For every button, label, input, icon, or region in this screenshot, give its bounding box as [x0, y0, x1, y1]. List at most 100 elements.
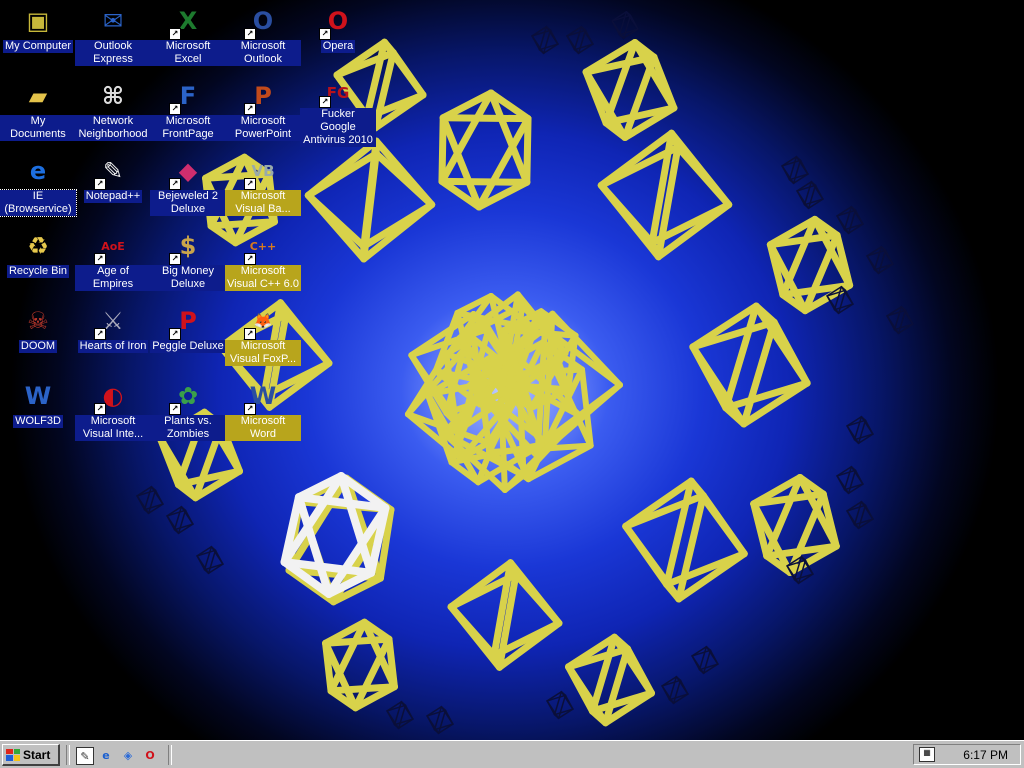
distant-octahedron	[836, 205, 864, 235]
opera-icon[interactable]: O	[142, 747, 158, 763]
desktop-icon-label: Recycle Bin	[6, 265, 70, 278]
shortcut-arrow-icon: ↗	[169, 403, 181, 415]
distant-octahedron	[846, 415, 874, 445]
desktop-icon-label: Microsoft Excel	[150, 40, 226, 66]
visual-interdev-icon: ◐ ↗	[94, 379, 130, 415]
shortcut-arrow-icon: ↗	[169, 103, 181, 115]
desktop-icon[interactable]: ⚔ ↗ Hearts of Iron	[75, 302, 151, 372]
desktop-icon-label: Opera	[320, 40, 356, 53]
shortcut-arrow-icon: ↗	[94, 403, 106, 415]
desktop-icon[interactable]: ✿ ↗ Plants vs. Zombies	[150, 377, 226, 447]
desktop-icon-label: Microsoft PowerPoint	[225, 115, 301, 141]
desktop-icon[interactable]: O ↗ Opera	[300, 2, 376, 72]
desktop-icon[interactable]: ◆ ↗ Bejeweled 2 Deluxe	[150, 152, 226, 222]
shortcut-arrow-icon: ↗	[169, 253, 181, 265]
distant-octahedron	[796, 180, 824, 210]
internet-explorer-icon: e	[29, 157, 47, 185]
desktop-icon-label: Outlook Express	[75, 40, 151, 66]
desktop-icon[interactable]: ◐ ↗ Microsoft Visual Inte...	[75, 377, 151, 447]
network-icon: ⌘	[101, 82, 125, 110]
scheduler-icon[interactable]: ▦	[919, 747, 935, 762]
desktop-icon[interactable]: e IE (Browservice)	[0, 152, 77, 222]
recycle-bin-icon: ♻	[27, 232, 49, 260]
desktop-icon-label: Network Neighborhood	[75, 115, 151, 141]
desktop-icon-label: My Computer	[2, 40, 74, 53]
desktop-icon[interactable]: P ↗ Peggle Deluxe	[150, 302, 226, 372]
yellow-octahedron	[322, 618, 398, 712]
money-bag-icon: $ ↗	[169, 229, 205, 265]
desktop-icon[interactable]: ✎ ↗ Notepad++	[75, 152, 151, 222]
desktop-icon-label: IE (Browservice)	[0, 189, 77, 217]
desktop-icon[interactable]: AoE ↗ Age of Empires	[75, 227, 151, 297]
yellow-octahedron	[689, 302, 811, 428]
desktop-icon-label: Bejeweled 2 Deluxe	[150, 190, 226, 216]
folder-icon: ▰	[28, 82, 48, 110]
desktop[interactable]: ▣ My Computer ✉ Outlook Express X ↗ Microsoft …	[0, 0, 1024, 740]
desktop-icon-label: Peggle Deluxe	[150, 340, 226, 353]
system-tray: ▦ 6:17 PM	[913, 744, 1021, 765]
distant-octahedron	[846, 500, 874, 530]
distant-octahedron	[661, 675, 689, 705]
desktop-icon[interactable]: W ↗ Microsoft Word	[225, 377, 301, 447]
shortcut-arrow-icon: ↗	[94, 178, 106, 190]
desktop-icon[interactable]: ☠ DOOM	[0, 302, 76, 372]
desktop-icon[interactable]: W WOLF3D	[0, 377, 76, 447]
desktop-icon[interactable]: ⌘ Network Neighborhood	[75, 77, 151, 147]
hearts-of-iron-icon: ⚔ ↗	[94, 304, 130, 340]
desktop-icon-label: Plants vs. Zombies	[150, 415, 226, 441]
desktop-icon[interactable]: FG ↗ Fucker Google Antivirus 2010	[300, 77, 376, 147]
desktop-icon[interactable]: F ↗ Microsoft FrontPage	[150, 77, 226, 147]
channels-icon[interactable]: ◈	[120, 747, 136, 763]
desktop-icon-label: Microsoft Visual Ba...	[225, 190, 301, 216]
show-desktop-icon[interactable]: ✎	[76, 747, 94, 765]
shortcut-arrow-icon: ↗	[244, 328, 256, 340]
desktop-icon[interactable]: ▣ My Computer	[0, 2, 76, 72]
desktop-icon-label: WOLF3D	[13, 415, 63, 428]
outlook-express-icon: ✉	[102, 7, 124, 35]
desktop-icon[interactable]: ✉ Outlook Express	[75, 2, 151, 72]
yellow-octahedron	[438, 89, 532, 211]
peggle-icon: P ↗	[169, 304, 205, 340]
shortcut-arrow-icon: ↗	[244, 178, 256, 190]
yellow-octahedron	[447, 559, 563, 671]
plants-vs-zombies-icon: ✿ ↗	[169, 379, 205, 415]
visual-basic-icon: VB ↗	[244, 154, 280, 190]
start-button[interactable]: Start	[2, 744, 60, 766]
distant-octahedron	[136, 485, 164, 515]
distant-octahedron	[426, 705, 454, 735]
clock[interactable]: 6:17 PM	[963, 748, 1008, 762]
excel-icon: X ↗	[169, 4, 205, 40]
wolf3d-icon: W	[24, 382, 52, 410]
distant-octahedron	[531, 25, 559, 55]
distant-octahedron	[781, 155, 809, 185]
frontpage-icon: F ↗	[169, 79, 205, 115]
internet-explorer-icon[interactable]: e	[98, 747, 114, 763]
distant-octahedron	[886, 305, 914, 335]
yellow-octahedron	[582, 39, 678, 141]
word-icon: W ↗	[244, 379, 280, 415]
desktop-icon[interactable]: X ↗ Microsoft Excel	[150, 2, 226, 72]
desktop-icon[interactable]: O ↗ Microsoft Outlook	[225, 2, 301, 72]
desktop-icon[interactable]: 🦊 ↗ Microsoft Visual FoxP...	[225, 302, 301, 372]
desktop-icon[interactable]: VB ↗ Microsoft Visual Ba...	[225, 152, 301, 222]
desktop-icon[interactable]: $ ↗ Big Money Deluxe	[150, 227, 226, 297]
shortcut-arrow-icon: ↗	[244, 103, 256, 115]
desktop-icon[interactable]: ♻ Recycle Bin	[0, 227, 76, 297]
desktop-icon[interactable]: C++ ↗ Microsoft Visual C++ 6.0	[225, 227, 301, 297]
desktop-icon-label: Microsoft Visual Inte...	[75, 415, 151, 441]
my-computer-icon: ▣	[26, 7, 50, 35]
desktop-icon[interactable]: P ↗ Microsoft PowerPoint	[225, 77, 301, 147]
distant-octahedron	[691, 645, 719, 675]
yellow-octahedron	[750, 474, 840, 576]
taskbar-divider	[66, 745, 70, 765]
outlook-icon: O ↗	[244, 4, 280, 40]
taskbar: Start ✎ e ◈ O ▦ 6:17 PM	[0, 740, 1024, 768]
desktop-icon-label: Microsoft Visual FoxP...	[225, 340, 301, 366]
start-label: Start	[23, 747, 51, 762]
age-of-empires-icon: AoE ↗	[94, 229, 130, 265]
notepad-icon: ✎ ↗	[94, 154, 130, 190]
distant-octahedron	[196, 545, 224, 575]
shortcut-arrow-icon: ↗	[319, 28, 331, 40]
yellow-octahedron	[565, 633, 655, 727]
desktop-icon[interactable]: ▰ My Documents	[0, 77, 76, 147]
